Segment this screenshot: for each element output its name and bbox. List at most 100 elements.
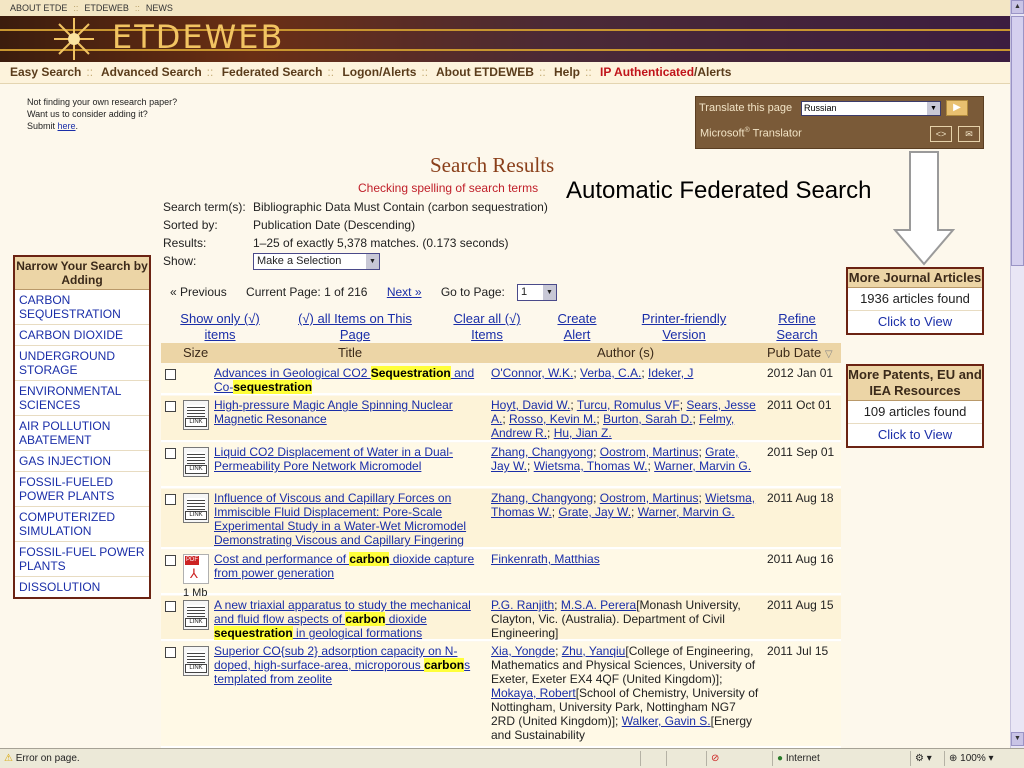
language-select[interactable]: Russian ▼ (801, 101, 941, 116)
globe-icon: ● (777, 753, 784, 764)
scroll-thumb[interactable] (1011, 16, 1024, 266)
top-link-news[interactable]: NEWS (146, 3, 173, 13)
result-authors[interactable]: Hoyt, David W.; Turcu, Romulus VF; Sears… (491, 398, 759, 440)
narrow-item[interactable]: AIR POLLUTION ABATEMENT (15, 416, 149, 451)
federated-search-annotation: Automatic Federated Search (566, 177, 872, 204)
printer-friendly-link[interactable]: Printer-friendly Version (632, 311, 736, 343)
result-date: 2011 Aug 18 (767, 491, 834, 505)
result-authors[interactable]: Zhang, Changyong; Oostrom, Martinus; Gra… (491, 445, 759, 473)
translate-go-button[interactable]: ▶ (946, 100, 968, 116)
nav-federated-search[interactable]: Federated Search (222, 65, 323, 79)
narrow-item[interactable]: GAS INJECTION (15, 451, 149, 472)
result-title-link[interactable]: Liquid CO2 Displacement of Water in a Du… (214, 445, 486, 473)
col-pub-date[interactable]: Pub Date ▽ (767, 345, 833, 360)
row-checkbox[interactable] (165, 369, 176, 380)
result-date: 2011 Sep 01 (767, 445, 835, 459)
col-title[interactable]: Title (338, 345, 362, 360)
row-checkbox[interactable] (165, 401, 176, 412)
result-title-link[interactable]: Cost and performance of carbon dioxide c… (214, 552, 486, 580)
goto-page-select[interactable]: 1 ▼ (517, 284, 557, 301)
refine-search-link[interactable]: Refine Search (767, 311, 827, 343)
col-author[interactable]: Author (s) (597, 345, 654, 360)
link-file-icon[interactable]: LINK (183, 447, 209, 477)
result-title-link[interactable]: Superior CO{sub 2} adsorption capacity o… (214, 644, 486, 686)
site-logo[interactable]: ETDEWEB (112, 18, 284, 56)
table-row: LINK A new triaxial apparatus to study t… (161, 596, 841, 641)
row-checkbox[interactable] (165, 601, 176, 612)
nav-about[interactable]: About ETDEWEB (436, 65, 534, 79)
spelling-check-text: Checking spelling of search terms (358, 181, 539, 195)
table-row: Advances in Geological CO2 Sequestration… (161, 364, 841, 395)
narrow-item[interactable]: CARBON DIOXIDE (15, 325, 149, 346)
sort-desc-icon: ▽ (824, 349, 833, 360)
privacy-icon[interactable]: ⊘ (706, 751, 732, 766)
nav-advanced-search[interactable]: Advanced Search (101, 65, 202, 79)
result-authors[interactable]: P.G. Ranjith; M.S.A. Perera[Monash Unive… (491, 598, 759, 640)
zoom-level[interactable]: ⊕ 100% ▾ (944, 751, 1010, 766)
result-date: 2012 Jan 01 (767, 366, 834, 380)
table-row: LINK Influence of Viscous and Capillary … (161, 489, 841, 549)
link-file-icon[interactable]: LINK (183, 600, 209, 630)
narrow-item[interactable]: CARBON SEQUESTRATION (15, 290, 149, 325)
status-message[interactable]: ⚠ Error on page. (0, 751, 600, 766)
narrow-item[interactable]: FOSSIL-FUELED POWER PLANTS (15, 472, 149, 507)
nav-easy-search[interactable]: Easy Search (10, 65, 81, 79)
chevron-down-icon: ▼ (543, 285, 556, 300)
result-authors[interactable]: Zhang, Changyong; Oostrom, Martinus; Wie… (491, 491, 759, 519)
link-file-icon[interactable]: LINK (183, 493, 209, 523)
patents-panel: More Patents, EU and IEA Resources 109 a… (846, 364, 984, 448)
translate-label: Translate this page (699, 102, 793, 114)
row-checkbox[interactable] (165, 555, 176, 566)
patents-panel-header: More Patents, EU and IEA Resources (848, 366, 982, 401)
patents-count: 109 articles found (848, 401, 982, 424)
result-authors[interactable]: Finkenrath, Matthias (491, 552, 759, 566)
top-link-about[interactable]: ABOUT ETDE (10, 3, 67, 13)
result-title-link[interactable]: A new triaxial apparatus to study the me… (214, 598, 486, 640)
vertical-scrollbar[interactable]: ▲ ▼ (1010, 0, 1024, 748)
journal-view-link[interactable]: Click to View (848, 311, 982, 333)
create-alert-link[interactable]: Create Alert (547, 311, 607, 343)
narrow-panel-header: Narrow Your Search by Adding (15, 257, 149, 290)
narrow-item[interactable]: UNDERGROUND STORAGE (15, 346, 149, 381)
nav-help[interactable]: Help (554, 65, 580, 79)
protected-mode-icon[interactable]: ⚙ ▾ (910, 751, 944, 766)
check-all-link[interactable]: (√) all Items on This Page (290, 311, 420, 343)
scroll-down-icon[interactable]: ▼ (1011, 732, 1024, 746)
email-icon[interactable]: ✉ (958, 126, 980, 142)
submit-paper-note: Not finding your own research paper? Wan… (27, 97, 178, 131)
scroll-up-icon[interactable]: ▲ (1011, 0, 1024, 14)
top-links-bar: ABOUT ETDE:: ETDEWEB:: NEWS (0, 0, 1010, 16)
narrow-item[interactable]: FOSSIL-FUEL POWER PLANTS (15, 542, 149, 577)
result-authors[interactable]: Xia, Yongde; Zhu, Yanqiu[College of Engi… (491, 644, 759, 742)
pdf-file-icon[interactable]: PDF ⅄ (183, 554, 209, 584)
row-checkbox[interactable] (165, 647, 176, 658)
page-title: Search Results (430, 153, 555, 177)
nav-ip-authenticated[interactable]: IP Authenticated/Alerts (600, 65, 731, 79)
show-select[interactable]: Make a Selection ▼ (253, 253, 380, 270)
clear-all-link[interactable]: Clear all (√) Items (445, 311, 529, 343)
next-link[interactable]: Next » (387, 285, 422, 299)
narrow-item[interactable]: DISSOLUTION (15, 577, 149, 597)
goto-label: Go to Page: (440, 285, 505, 299)
top-link-etdeweb[interactable]: ETDEWEB (84, 3, 129, 13)
results-table-header: Size Title Author (s) Pub Date ▽ (161, 343, 841, 363)
narrow-item[interactable]: COMPUTERIZED SIMULATION (15, 507, 149, 542)
submit-here-link[interactable]: here (58, 121, 76, 131)
result-title-link[interactable]: Advances in Geological CO2 Sequestration… (214, 366, 486, 394)
result-title-link[interactable]: Influence of Viscous and Capillary Force… (214, 491, 486, 547)
embed-code-icon[interactable]: <> (930, 126, 952, 142)
result-authors[interactable]: O'Connor, W.K.; Verba, C.A.; Ideker, J (491, 366, 759, 380)
row-checkbox[interactable] (165, 448, 176, 459)
row-checkbox[interactable] (165, 494, 176, 505)
result-title-link[interactable]: High-pressure Magic Angle Spinning Nucle… (214, 398, 486, 426)
result-date: 2011 Aug 16 (767, 552, 834, 566)
link-file-icon[interactable]: LINK (183, 400, 209, 430)
patents-view-link[interactable]: Click to View (848, 424, 982, 446)
previous-link[interactable]: « Previous (170, 285, 227, 299)
show-only-checked-link[interactable]: Show only (√) items (170, 311, 270, 343)
link-file-icon[interactable]: LINK (183, 646, 209, 676)
sort-order: Publication Date (Descending) (253, 218, 416, 232)
narrow-item[interactable]: ENVIRONMENTAL SCIENCES (15, 381, 149, 416)
search-term: Bibliographic Data Must Contain (carbon … (253, 200, 548, 214)
nav-logon-alerts[interactable]: Logon/Alerts (342, 65, 416, 79)
